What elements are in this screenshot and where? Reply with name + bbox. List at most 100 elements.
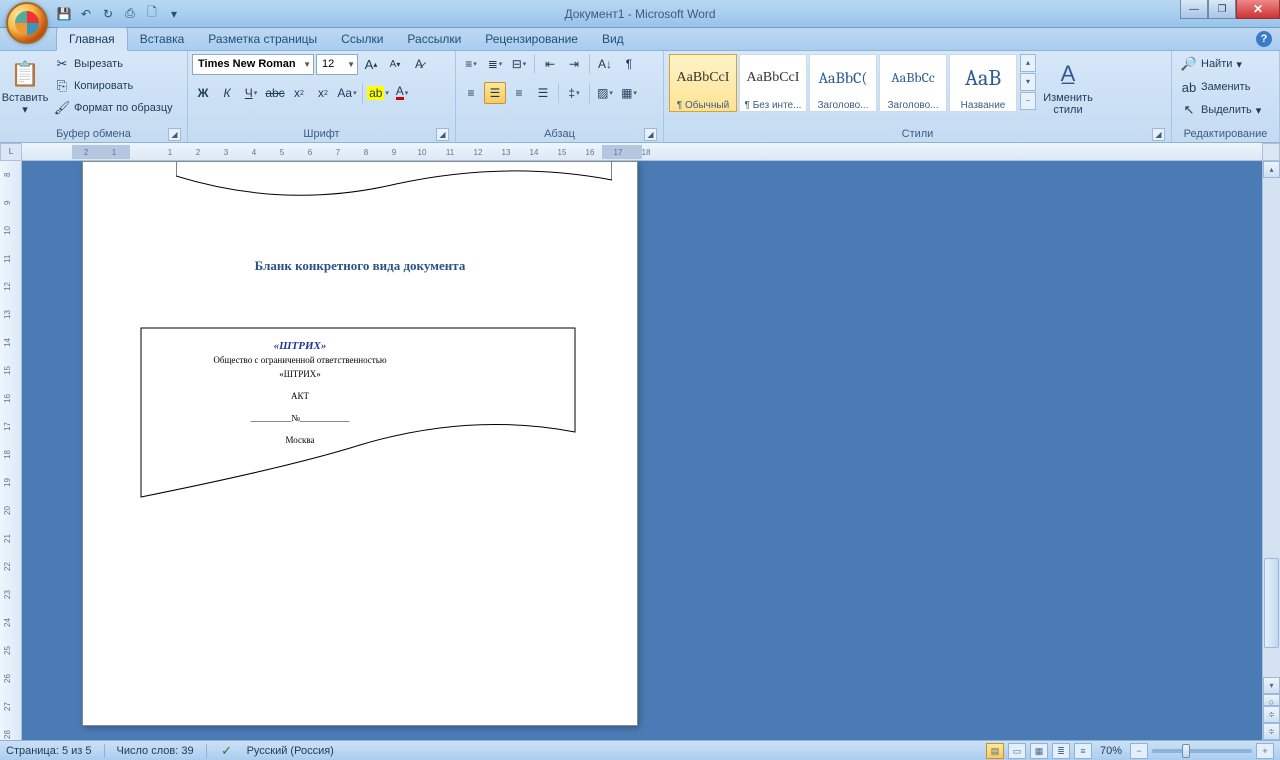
page-indicator[interactable]: Страница: 5 из 5 [6,745,92,757]
office-button[interactable] [6,2,48,44]
change-styles-icon: A̲ [1052,58,1084,90]
scroll-thumb[interactable] [1264,558,1279,648]
justify-button[interactable]: ☰ [532,82,554,104]
line-spacing-button[interactable]: ‡▾ [563,82,585,104]
tab-insert[interactable]: Вставка [128,28,197,50]
draft-view[interactable]: ≡ [1074,743,1092,759]
web-layout-view[interactable]: ▦ [1030,743,1048,759]
zoom-slider[interactable] [1152,749,1252,753]
grow-font-button[interactable]: A▴ [360,53,382,75]
tab-selector[interactable]: L [0,143,22,161]
scroll-up-button[interactable]: ▴ [1263,161,1280,178]
vertical-scrollbar[interactable]: ▴ ▾ ○ ≑ ≑ [1262,161,1280,740]
scroll-down-button[interactable]: ▾ [1263,677,1280,694]
font-launcher[interactable]: ◢ [436,128,449,141]
copy-label: Копировать [74,80,133,92]
clipboard-launcher[interactable]: ◢ [168,128,181,141]
underline-button[interactable]: Ч▾ [240,82,262,104]
sort-button[interactable]: A↓ [594,53,616,75]
browse-object-button[interactable]: ○ [1263,694,1280,706]
borders-button[interactable]: ▦▾ [618,82,640,104]
styles-launcher[interactable]: ◢ [1152,128,1165,141]
zoom-level[interactable]: 70% [1100,745,1122,757]
outline-view[interactable]: ≣ [1052,743,1070,759]
shrink-font-button[interactable]: A▾ [384,53,406,75]
tab-pagelayout[interactable]: Разметка страницы [196,28,329,50]
page-canvas[interactable]: Бланк конкретного вида документа «ШТРИХ»… [22,161,1262,740]
zoom-thumb[interactable] [1182,744,1190,758]
minimize-button[interactable]: — [1180,0,1208,19]
zoom-in-button[interactable]: + [1256,743,1274,759]
styles-row-up[interactable]: ▴ [1020,54,1036,72]
style-heading1[interactable]: AaBbC(Заголово... [809,54,877,112]
italic-button[interactable]: К [216,82,238,104]
language-indicator[interactable]: Русский (Россия) [247,745,334,757]
numbering-button[interactable]: ≣▾ [484,53,506,75]
save-icon[interactable]: 💾 [54,4,74,24]
style-normal[interactable]: AaBbCcI¶ Обычный [669,54,737,112]
paragraph-launcher[interactable]: ◢ [644,128,657,141]
bullets-button[interactable]: ≡▾ [460,53,482,75]
horizontal-ruler[interactable]: 21123456789101112131415161718 [22,143,1262,161]
superscript-button[interactable]: x2 [312,82,334,104]
font-size-value: 12 [322,58,334,70]
show-marks-button[interactable]: ¶ [618,53,640,75]
separator [534,54,535,74]
maximize-button[interactable]: ❐ [1208,0,1236,19]
ruler-toggle[interactable] [1262,143,1280,161]
align-center-button[interactable]: ☰ [484,82,506,104]
change-case-button[interactable]: Aa▾ [336,82,358,104]
zoom-out-button[interactable]: − [1130,743,1148,759]
format-painter-button[interactable]: 🖌Формат по образцу [49,97,178,119]
prev-page-button[interactable]: ≑ [1263,706,1280,723]
help-icon[interactable]: ? [1256,31,1272,47]
replace-button[interactable]: abЗаменить [1176,76,1266,98]
tab-mailings[interactable]: Рассылки [395,28,473,50]
new-doc-icon[interactable]: 🗋 [142,4,162,24]
bold-button[interactable]: Ж [192,82,214,104]
font-name-combo[interactable]: Times New Roman▼ [192,54,314,75]
print-layout-view[interactable]: ▤ [986,743,1004,759]
align-left-button[interactable]: ≡ [460,82,482,104]
change-styles-button[interactable]: A̲ Изменить стили [1039,53,1097,121]
fullscreen-reading-view[interactable]: ▭ [1008,743,1026,759]
paste-button[interactable]: 📋 Вставить▾ [4,53,46,121]
highlight-button[interactable]: ab▾ [367,82,389,104]
styles-row-down[interactable]: ▾ [1020,73,1036,91]
close-button[interactable]: ✕ [1236,0,1280,19]
select-button[interactable]: ↖Выделить ▾ [1176,99,1266,121]
tab-review[interactable]: Рецензирование [473,28,590,50]
style-heading2[interactable]: AaBbCcЗаголово... [879,54,947,112]
copy-button[interactable]: ⎘Копировать [49,75,178,97]
document-area: L 21123456789101112131415161718 89101112… [0,143,1280,740]
scroll-track[interactable] [1263,178,1280,677]
tab-references[interactable]: Ссылки [329,28,395,50]
redo-icon[interactable]: ↻ [98,4,118,24]
align-right-button[interactable]: ≡ [508,82,530,104]
vertical-ruler[interactable]: 8910111213141516171819202122232425262728 [0,161,22,740]
multilevel-button[interactable]: ⊟▾ [508,53,530,75]
tab-view[interactable]: Вид [590,28,636,50]
style-title[interactable]: AaBНазвание [949,54,1017,112]
subscript-button[interactable]: x2 [288,82,310,104]
increase-indent-button[interactable]: ⇥ [563,53,585,75]
style-no-spacing[interactable]: AaBbCcI¶ Без инте... [739,54,807,112]
styles-expand[interactable]: ⎯ [1020,92,1036,110]
clear-formatting-button[interactable]: A̷ [408,53,430,75]
next-page-button[interactable]: ≑ [1263,723,1280,740]
find-button[interactable]: 🔎Найти ▾ [1176,53,1266,75]
undo-icon[interactable]: ↶ [76,4,96,24]
print-icon[interactable]: ⎙ [120,4,140,24]
document-page[interactable]: Бланк конкретного вида документа «ШТРИХ»… [82,161,638,726]
cut-button[interactable]: ✂Вырезать [49,53,178,75]
decrease-indent-button[interactable]: ⇤ [539,53,561,75]
spellcheck-icon[interactable]: ✓ [219,743,235,759]
font-color-button[interactable]: A▾ [391,82,413,104]
font-size-combo[interactable]: 12▼ [316,54,358,75]
shading-button[interactable]: ▨▾ [594,82,616,104]
word-count[interactable]: Число слов: 39 [117,745,194,757]
editing-group-label: Редактирование [1184,128,1268,140]
qat-customize-icon[interactable]: ▾ [164,4,184,24]
strikethrough-button[interactable]: abc [264,82,286,104]
tab-home[interactable]: Главная [56,27,128,51]
